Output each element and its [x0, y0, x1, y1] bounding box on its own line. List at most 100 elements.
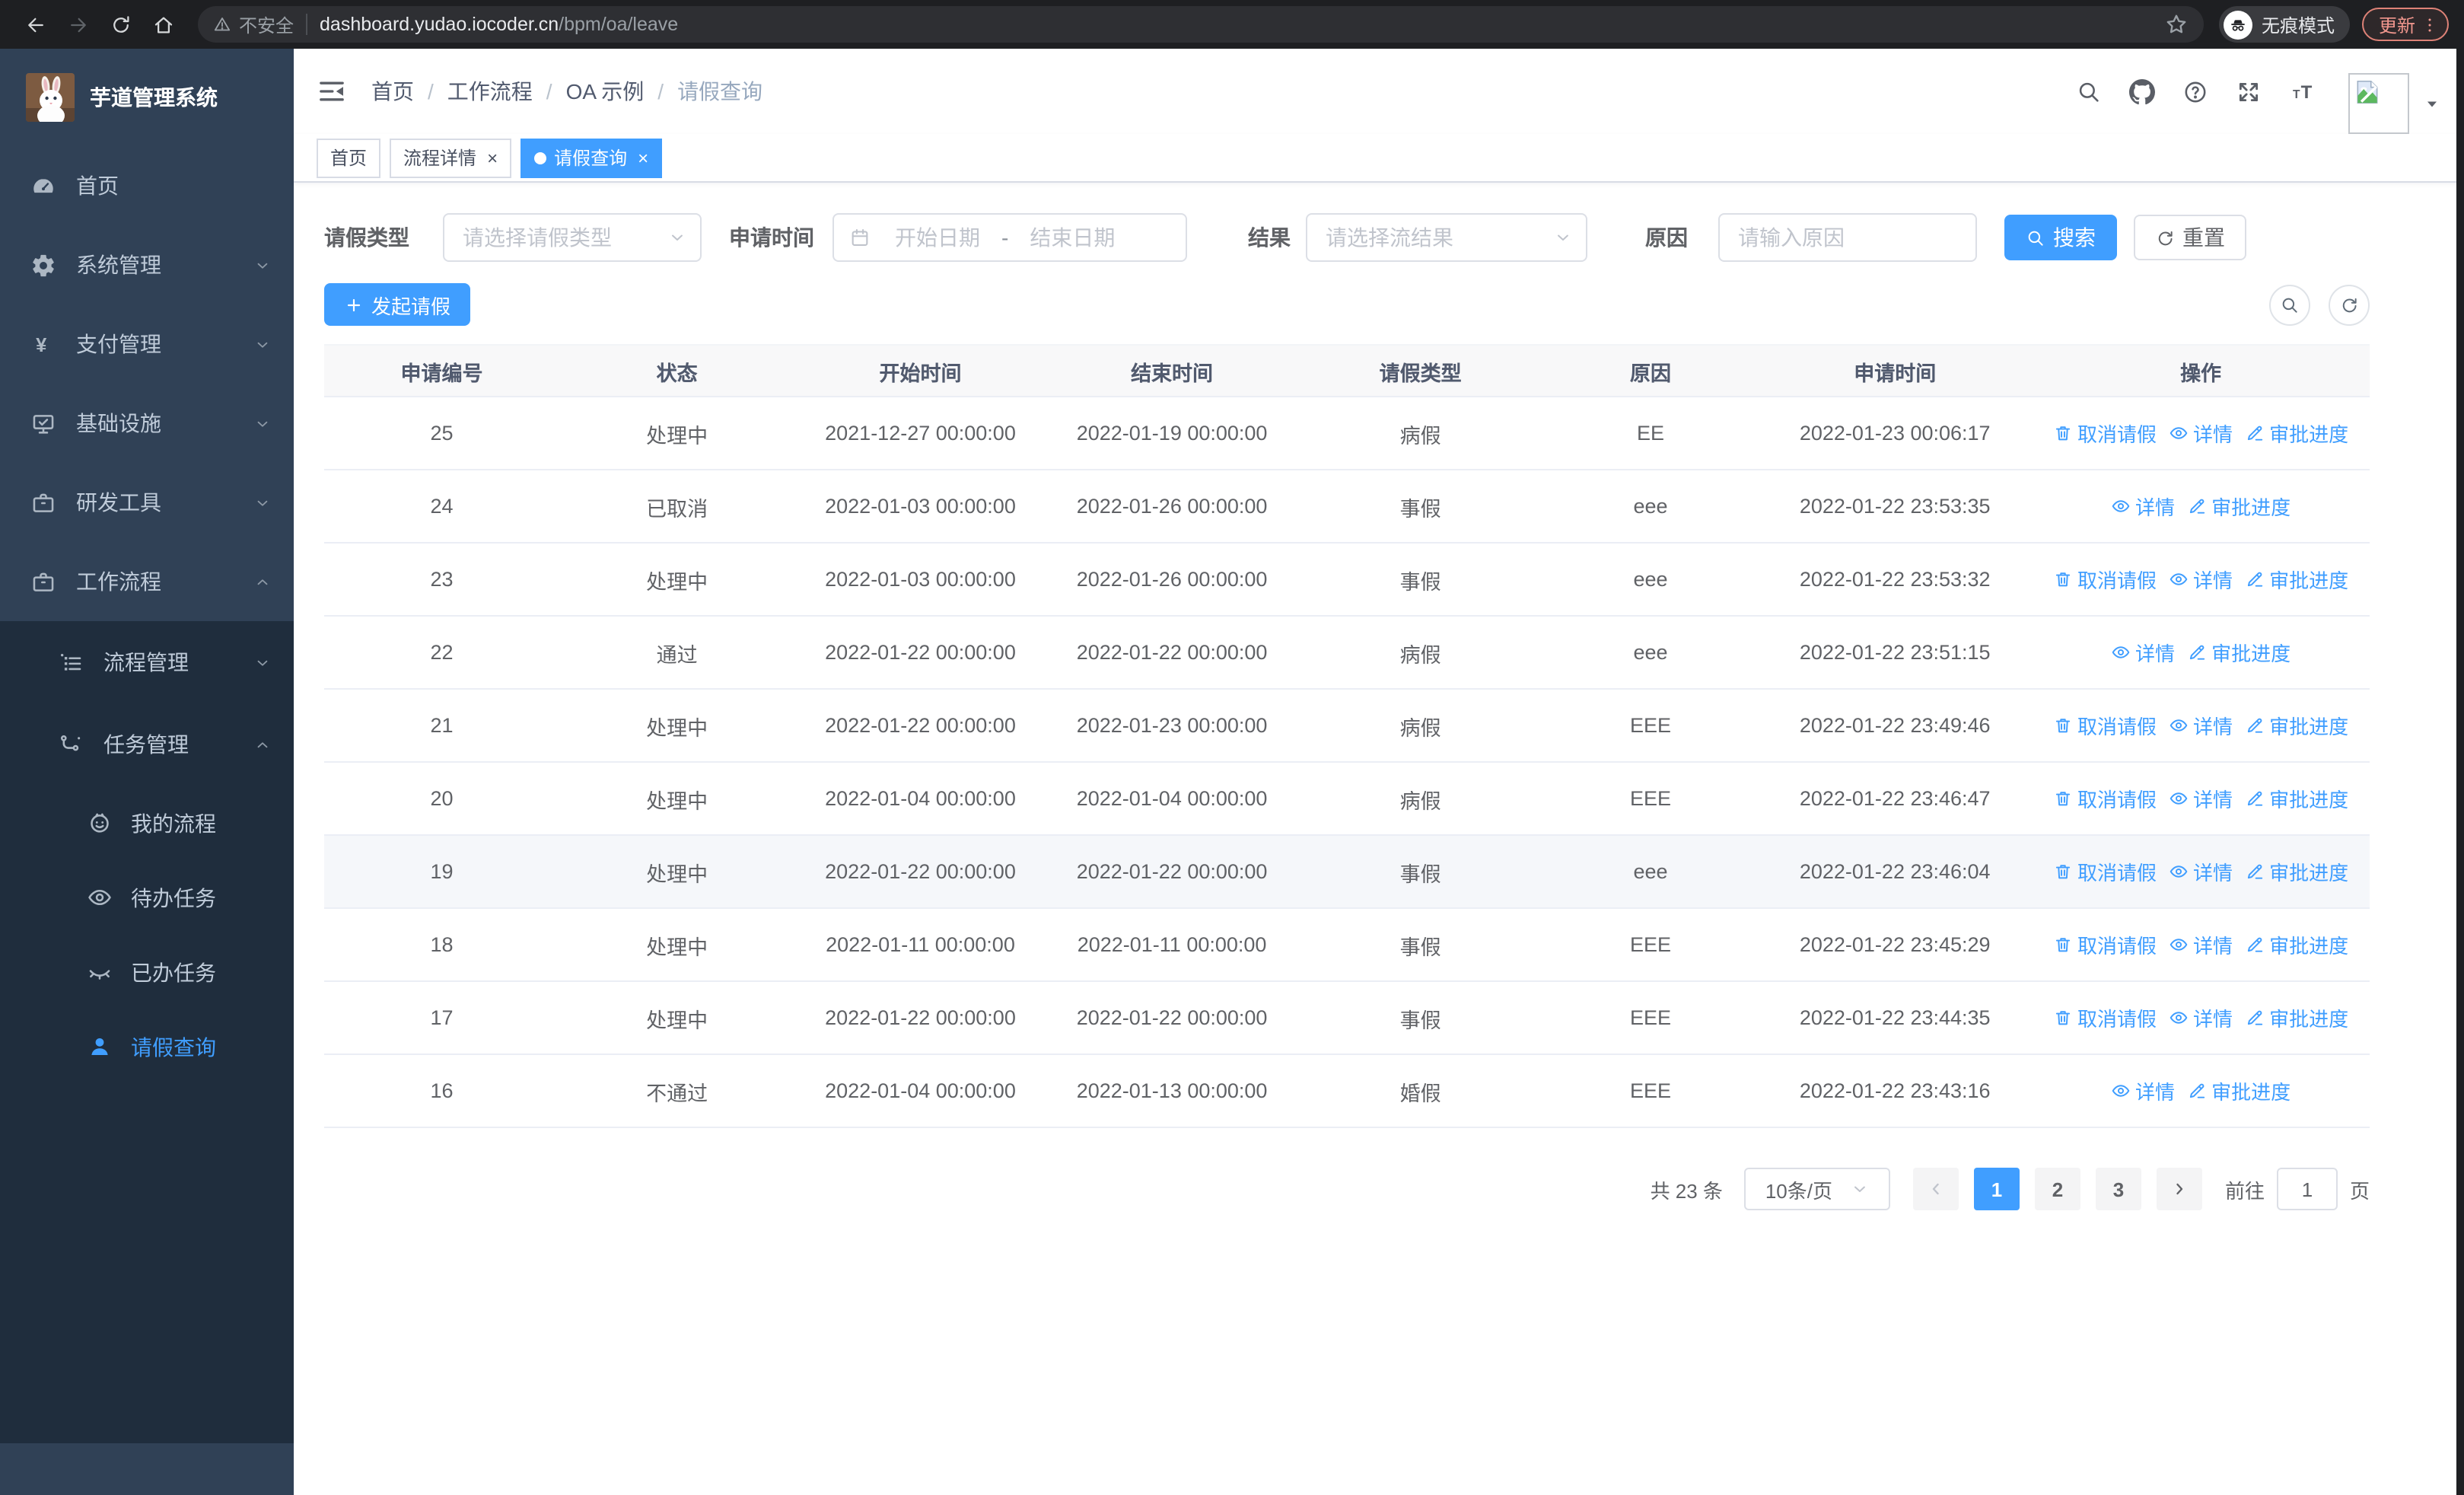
pen-icon [2245, 716, 2265, 735]
next-page-button[interactable] [2156, 1168, 2202, 1210]
sidebar-item-首页[interactable]: 首页 [0, 146, 294, 225]
action-progress-link[interactable]: 审批进度 [2245, 1003, 2348, 1032]
action-cancel-link[interactable]: 取消请假 [2053, 857, 2157, 886]
action-detail-link[interactable]: 详情 [2169, 857, 2233, 886]
action-detail-link[interactable]: 详情 [2169, 711, 2233, 740]
breadcrumb-item[interactable]: 工作流程 [447, 76, 533, 107]
action-progress-link[interactable]: 审批进度 [2187, 638, 2291, 667]
breadcrumb-item[interactable]: 首页 [371, 76, 414, 107]
page-size-select[interactable]: 10条/页 [1743, 1168, 1890, 1210]
action-detail-link[interactable]: 详情 [2169, 419, 2233, 448]
action-progress-link[interactable]: 审批进度 [2187, 1076, 2291, 1105]
user-menu[interactable] [2348, 73, 2441, 134]
breadcrumb-item[interactable]: OA 示例 [566, 76, 645, 107]
show-search-button[interactable] [2269, 284, 2310, 325]
sidebar-item-支付管理[interactable]: ¥ 支付管理 [0, 304, 294, 384]
header-search-icon[interactable] [2076, 78, 2102, 104]
action-label: 取消请假 [2077, 789, 2157, 811]
tab-流程详情[interactable]: 流程详情 × [390, 138, 512, 177]
action-cancel-link[interactable]: 取消请假 [2053, 565, 2157, 594]
action-detail-link[interactable]: 详情 [2111, 492, 2175, 521]
cell-end: 2022-01-11 00:00:00 [1077, 933, 1267, 956]
sidebar-item-研发工具[interactable]: 研发工具 [0, 463, 294, 542]
action-cancel-link[interactable]: 取消请假 [2053, 711, 2157, 740]
action-detail-link[interactable]: 详情 [2169, 784, 2233, 813]
cell-end: 2022-01-22 00:00:00 [1076, 1006, 1268, 1029]
action-progress-link[interactable]: 审批进度 [2245, 711, 2348, 740]
cell-type: 事假 [1399, 570, 1441, 593]
page-button-3[interactable]: 3 [2095, 1168, 2141, 1210]
goto-unit: 页 [2349, 1179, 2370, 1202]
sidebar-collapse-icon[interactable] [317, 76, 347, 107]
action-progress-link[interactable]: 审批进度 [2245, 930, 2348, 959]
action-detail-link[interactable]: 详情 [2169, 930, 2233, 959]
avatar[interactable] [2348, 73, 2409, 134]
action-cancel-link[interactable]: 取消请假 [2053, 1003, 2157, 1032]
home-button[interactable] [143, 5, 183, 44]
result-label: 结果 [1248, 225, 1291, 250]
chrome-update-button[interactable]: 更新 [2361, 8, 2449, 41]
leave-type-select[interactable]: 请选择请假类型 [443, 213, 702, 262]
pen-icon [2245, 862, 2265, 881]
reason-input[interactable] [1718, 213, 1977, 262]
action-detail-link[interactable]: 详情 [2169, 565, 2233, 594]
back-button[interactable] [15, 5, 55, 44]
close-icon[interactable]: × [638, 148, 648, 167]
cell-end: 2022-01-22 00:00:00 [1076, 641, 1268, 664]
font-size-icon[interactable]: TT [2289, 78, 2315, 104]
search-button[interactable]: 搜索 [2004, 215, 2117, 260]
broken-image-icon [2353, 78, 2382, 107]
sidebar-item-系统管理[interactable]: 系统管理 [0, 225, 294, 304]
security-status[interactable]: 不安全 [213, 11, 294, 37]
reset-button[interactable]: 重置 [2134, 215, 2246, 260]
sidebar-item-请假查询[interactable]: 请假查询 [0, 1009, 294, 1084]
sidebar-menu: 首页 系统管理 ¥ 支付管理 基础设施 研发工具 工作流程 [0, 146, 294, 621]
sidebar-item-流程管理[interactable]: 流程管理 [0, 621, 294, 703]
forward-button[interactable] [58, 5, 97, 44]
browser-menu-icon[interactable] [2420, 14, 2440, 34]
close-icon[interactable]: × [487, 148, 498, 167]
action-detail-link[interactable]: 详情 [2169, 1003, 2233, 1032]
sidebar-item-任务管理[interactable]: 任务管理 [0, 703, 294, 786]
sidebar-item-基础设施[interactable]: 基础设施 [0, 384, 294, 463]
action-label: 审批进度 [2269, 569, 2349, 592]
page-button-1[interactable]: 1 [1973, 1168, 2020, 1210]
action-progress-link[interactable]: 审批进度 [2245, 857, 2348, 886]
eye-icon [2169, 569, 2189, 589]
action-progress-link[interactable]: 审批进度 [2187, 492, 2291, 521]
eye-icon [2111, 496, 2131, 516]
tab-请假查询[interactable]: 请假查询 × [520, 138, 663, 177]
help-icon[interactable] [2182, 78, 2208, 104]
sidebar-item-我的流程[interactable]: 我的流程 [0, 786, 294, 860]
sidebar-item-工作流程[interactable]: 工作流程 [0, 542, 294, 621]
action-progress-link[interactable]: 审批进度 [2245, 565, 2348, 594]
apply-time-range-picker[interactable]: 开始日期 - 结束日期 [832, 213, 1187, 262]
action-cancel-link[interactable]: 取消请假 [2053, 784, 2157, 813]
action-progress-link[interactable]: 审批进度 [2245, 419, 2348, 448]
cell-start: 2022-01-04 00:00:00 [825, 787, 1016, 810]
sidebar-item-待办任务[interactable]: 待办任务 [0, 860, 294, 935]
reload-button[interactable] [100, 5, 140, 44]
prev-page-button[interactable] [1912, 1168, 1959, 1210]
bookmark-star-icon[interactable] [2164, 12, 2189, 37]
action-detail-link[interactable]: 详情 [2111, 638, 2175, 667]
goto-page-input[interactable] [2276, 1168, 2338, 1210]
page-button-2[interactable]: 2 [2034, 1168, 2080, 1210]
page-buttons: 123 [1905, 1168, 2210, 1210]
result-select[interactable]: 请选择流结果 [1306, 213, 1587, 262]
tab-首页[interactable]: 首页 [317, 138, 381, 177]
create-leave-button[interactable]: 发起请假 [324, 283, 471, 326]
app-logo-row: 芋道管理系统 [0, 49, 294, 146]
url-text: dashboard.yudao.iocoder.cn/bpm/oa/leave [320, 14, 679, 35]
action-cancel-link[interactable]: 取消请假 [2053, 930, 2157, 959]
address-bar[interactable]: 不安全 dashboard.yudao.iocoder.cn/bpm/oa/le… [198, 6, 2204, 43]
fullscreen-icon[interactable] [2236, 78, 2262, 104]
action-detail-link[interactable]: 详情 [2111, 1076, 2175, 1105]
eye-icon [2169, 789, 2189, 808]
action-progress-link[interactable]: 审批进度 [2245, 784, 2348, 813]
github-icon[interactable] [2129, 78, 2155, 104]
action-cancel-link[interactable]: 取消请假 [2053, 419, 2157, 448]
refresh-table-button[interactable] [2329, 284, 2370, 325]
user-caret-icon[interactable] [2423, 94, 2441, 113]
sidebar-item-已办任务[interactable]: 已办任务 [0, 935, 294, 1009]
